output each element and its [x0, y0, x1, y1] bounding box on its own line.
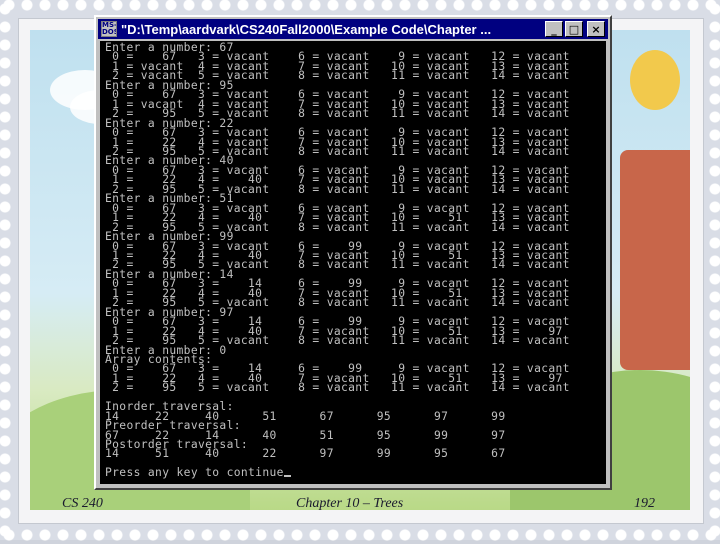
console-line: 14 51 40 22 97 99 95 67	[105, 447, 506, 461]
stamp-perforation-top	[0, 0, 720, 14]
maximize-button[interactable]: □	[565, 21, 583, 37]
footer-page-number: 192	[634, 496, 655, 511]
stamp-perforation-bottom	[0, 526, 720, 544]
window-titlebar[interactable]: MS-DOS "D:\Temp\aardvark\CS240Fall2000\E…	[98, 19, 608, 39]
msdos-icon[interactable]: MS-DOS	[101, 21, 117, 37]
text-cursor	[283, 475, 291, 478]
console-output: Enter a number: 67 0 = 67 3 = vacant 6 =…	[100, 41, 606, 480]
console-line: 2 = 95 5 = vacant 8 = vacant 11 = vacant…	[105, 381, 570, 395]
console-output-area[interactable]: Enter a number: 67 0 = 67 3 = vacant 6 =…	[100, 41, 606, 484]
console-window[interactable]: MS-DOS "D:\Temp\aardvark\CS240Fall2000\E…	[94, 15, 612, 490]
footer-chapter: Chapter 10 – Trees	[296, 496, 404, 511]
minimize-button[interactable]: _	[545, 21, 563, 37]
stamp-perforation-right	[706, 0, 720, 540]
console-line: Press any key to continue	[105, 466, 284, 480]
footer-course: CS 240	[62, 496, 103, 511]
bird-decoration	[630, 50, 680, 110]
window-title: "D:\Temp\aardvark\CS240Fall2000\Example …	[121, 21, 492, 37]
close-button[interactable]: ×	[587, 21, 605, 37]
house-decoration	[620, 150, 690, 370]
stamp-perforation-left	[0, 0, 14, 540]
